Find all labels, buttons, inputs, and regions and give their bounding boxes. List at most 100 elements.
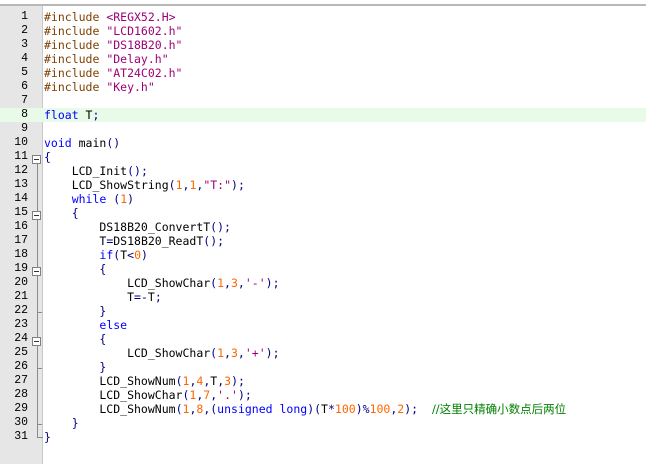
code-line[interactable]: 18 if(T<0) bbox=[0, 248, 646, 262]
identifier-token: T bbox=[44, 290, 135, 304]
number-token: 100 bbox=[369, 402, 391, 416]
code-line[interactable]: 26 } bbox=[0, 360, 646, 374]
line-number: 31 bbox=[14, 430, 28, 443]
code-line[interactable]: 3 #include "DS18B20.h" bbox=[0, 38, 646, 52]
code-line[interactable]: 30 } bbox=[0, 416, 646, 430]
line-number: 19 bbox=[14, 262, 28, 275]
code-line[interactable]: 2 #include "LCD1602.h" bbox=[0, 24, 646, 38]
code-line[interactable]: 20 LCD_ShowChar(1,3,'-'); bbox=[0, 276, 646, 290]
code-line[interactable]: 6 #include "Key.h" bbox=[0, 80, 646, 94]
number-token: 3 bbox=[230, 346, 238, 360]
code-text: if(T<0) bbox=[44, 248, 148, 262]
operator-token: } bbox=[71, 416, 79, 430]
code-line[interactable]: 22 } bbox=[0, 304, 646, 318]
code-text: LCD_ShowNum(1,8,(unsigned long)(T*100)%1… bbox=[44, 402, 566, 416]
operator-token: ) bbox=[141, 248, 148, 262]
code-line[interactable]: 16 DS18B20_ConvertT(); bbox=[0, 220, 646, 234]
line-number: 12 bbox=[14, 164, 28, 177]
preprocessor-token: #include bbox=[44, 52, 107, 66]
operator-token: ); bbox=[404, 402, 419, 416]
identifier-token bbox=[44, 416, 72, 430]
code-line[interactable]: 8 float T; bbox=[0, 108, 646, 122]
number-token: 3 bbox=[230, 276, 238, 290]
line-number: 6 bbox=[21, 80, 28, 93]
code-text: } bbox=[44, 304, 106, 318]
code-line[interactable]: 24 { bbox=[0, 332, 646, 346]
code-text: { bbox=[44, 150, 51, 164]
code-text: else bbox=[44, 318, 127, 332]
comment-token: //这里只精确小数点后两位 bbox=[431, 402, 567, 416]
code-text: #include "AT24C02.h" bbox=[44, 66, 182, 80]
code-line[interactable]: 31} bbox=[0, 430, 646, 444]
operator-token: ; bbox=[154, 290, 162, 304]
code-editor[interactable]: 1 #include <REGX52.H> 2 #include "LCD1602.h… bbox=[0, 0, 646, 464]
line-number: 18 bbox=[14, 248, 28, 261]
code-line[interactable]: 29 LCD_ShowNum(1,8,(unsigned long)(T*100… bbox=[0, 402, 646, 416]
string-token: "Key.h" bbox=[106, 80, 155, 94]
line-number: 9 bbox=[21, 122, 28, 135]
operator-token: () bbox=[106, 136, 121, 150]
code-text: DS18B20_ConvertT(); bbox=[44, 220, 231, 234]
preprocessor-token: #include bbox=[44, 24, 107, 38]
operator-token: * bbox=[327, 402, 335, 416]
line-number: 16 bbox=[14, 220, 28, 233]
keyword-token: void bbox=[44, 136, 72, 150]
identifier-token: main bbox=[71, 136, 107, 150]
code-text: { bbox=[44, 206, 79, 220]
identifier-token: T bbox=[78, 108, 93, 122]
operator-token: =- bbox=[134, 290, 148, 304]
code-line[interactable]: 15 { bbox=[0, 206, 646, 220]
code-line[interactable]: 21 T=-T; bbox=[0, 290, 646, 304]
code-lines[interactable]: 1 #include <REGX52.H> 2 #include "LCD1602.h… bbox=[0, 10, 646, 444]
operator-token: ( bbox=[175, 374, 183, 388]
code-line[interactable]: 11 { bbox=[0, 150, 646, 164]
code-text: float T; bbox=[44, 108, 99, 122]
line-number: 15 bbox=[14, 206, 28, 219]
code-text: #include "LCD1602.h" bbox=[44, 24, 182, 38]
code-line[interactable]: 25 LCD_ShowChar(1,3,'+'); bbox=[0, 346, 646, 360]
code-line[interactable]: 27 LCD_ShowNum(1,4,T,3); bbox=[0, 374, 646, 388]
string-token: <REGX52.H> bbox=[106, 10, 176, 24]
code-line[interactable]: 10 void main() bbox=[0, 136, 646, 150]
identifier-token: LCD_Init bbox=[44, 164, 128, 178]
code-line[interactable]: 23 else bbox=[0, 318, 646, 332]
identifier-token bbox=[44, 332, 99, 346]
number-token: 0 bbox=[134, 248, 141, 262]
line-number: 2 bbox=[21, 24, 28, 37]
code-line[interactable]: 28 LCD_ShowChar(1,7,'.'); bbox=[0, 388, 646, 402]
line-number: 10 bbox=[14, 136, 28, 149]
code-line[interactable]: 1 #include <REGX52.H> bbox=[0, 10, 646, 24]
number-token: 1 bbox=[217, 346, 225, 360]
code-line[interactable]: 13 LCD_ShowString(1,1,"T:"); bbox=[0, 178, 646, 192]
operator-token: ) bbox=[127, 192, 135, 206]
code-text: } bbox=[44, 416, 79, 430]
string-token: "LCD1602.h" bbox=[106, 24, 183, 38]
keyword-token: float bbox=[44, 108, 79, 122]
code-text: } bbox=[44, 360, 106, 374]
code-line[interactable]: 7 bbox=[0, 94, 646, 108]
line-number: 23 bbox=[14, 318, 28, 331]
line-number: 21 bbox=[14, 290, 28, 303]
code-text: while (1) bbox=[44, 192, 134, 206]
code-text: } bbox=[44, 430, 51, 444]
code-line[interactable]: 9 bbox=[0, 122, 646, 136]
keyword-token: if bbox=[99, 248, 114, 262]
operator-token: ); bbox=[265, 276, 280, 290]
code-text: T=DS18B20_ReadT(); bbox=[44, 234, 224, 248]
code-line[interactable]: 17 T=DS18B20_ReadT(); bbox=[0, 234, 646, 248]
code-text: T=-T; bbox=[44, 290, 162, 304]
string-token: "Delay.h" bbox=[106, 52, 169, 66]
line-number: 5 bbox=[21, 66, 28, 79]
code-line[interactable]: 14 while (1) bbox=[0, 192, 646, 206]
line-number: 7 bbox=[21, 94, 28, 107]
code-text: LCD_ShowNum(1,4,T,3); bbox=[44, 374, 245, 388]
operator-token: , bbox=[224, 346, 231, 360]
code-line[interactable]: 19 { bbox=[0, 262, 646, 276]
code-text: LCD_ShowChar(1,7,'.'); bbox=[44, 388, 251, 402]
code-line[interactable]: 12 LCD_Init(); bbox=[0, 164, 646, 178]
line-number: 24 bbox=[14, 332, 28, 345]
code-line[interactable]: 4 #include "Delay.h" bbox=[0, 52, 646, 66]
line-number: 1 bbox=[21, 10, 28, 23]
code-line[interactable]: 5 #include "AT24C02.h" bbox=[0, 66, 646, 80]
identifier-token: T bbox=[44, 234, 107, 248]
